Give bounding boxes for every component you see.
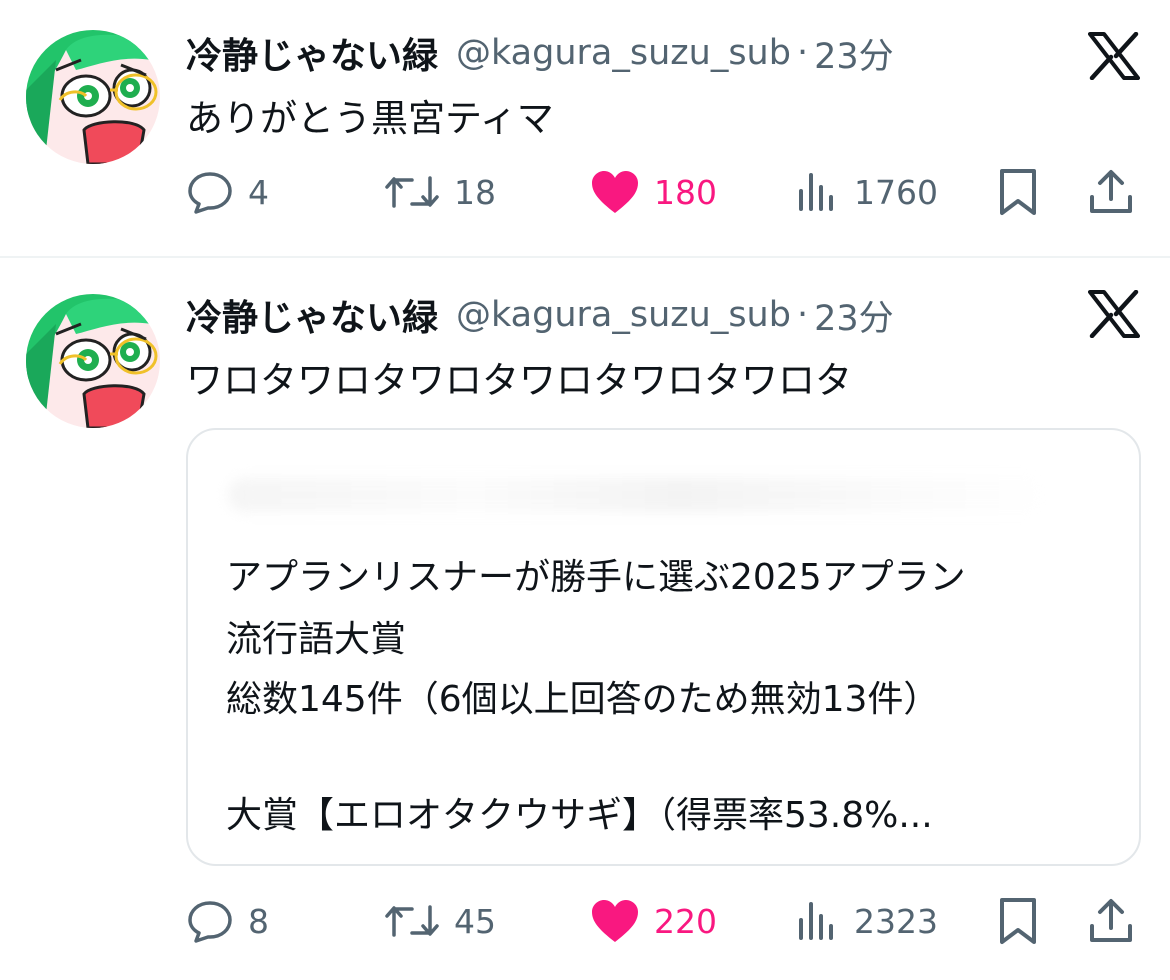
timestamp[interactable]: 23分: [814, 290, 894, 341]
x-logo-icon[interactable]: [1088, 290, 1140, 338]
reply-count: 8: [248, 901, 269, 941]
views-button[interactable]: 2323: [796, 891, 938, 951]
views-button[interactable]: 1760: [796, 162, 938, 222]
views-icon: [799, 902, 833, 940]
views-count: 1760: [854, 172, 938, 212]
share-icon: [1090, 899, 1132, 942]
quote-text-line: 総数145件（6個以上回答のため無効13件）: [226, 679, 940, 720]
quoted-tweet[interactable]: アプランリスナーが勝手に選ぶ2025アプラン 流行語大賞 総数145件（6個以上…: [186, 428, 1141, 866]
like-icon: [592, 900, 638, 942]
quote-text-line: アプランリスナーが勝手に選ぶ2025アプラン: [226, 557, 966, 598]
x-logo-icon[interactable]: [1088, 32, 1140, 80]
reply-button[interactable]: 4: [186, 162, 269, 222]
bookmark-button[interactable]: [996, 891, 1040, 951]
tweet[interactable]: 冷静じゃない緑 @kagura_suzu_sub · 23分 ワロタワロタワロタ…: [0, 258, 1170, 980]
reply-count: 4: [248, 172, 269, 212]
retweet-button[interactable]: 45: [384, 891, 496, 951]
reply-icon: [188, 901, 232, 943]
tweet[interactable]: 冷静じゃない緑 @kagura_suzu_sub · 23分 ありがとう黒宮ティ…: [0, 0, 1170, 256]
bookmark-button[interactable]: [996, 162, 1040, 222]
tweet-text: ワロタワロタワロタワロタワロタワロタ: [186, 359, 852, 402]
author-name[interactable]: 冷静じゃない緑: [186, 27, 438, 79]
tweet-text: ありがとう黒宮ティマ: [186, 97, 554, 140]
retweet-icon: [385, 176, 439, 208]
author-handle[interactable]: @kagura_suzu_sub: [456, 295, 791, 335]
like-button[interactable]: 220: [590, 891, 717, 951]
share-button[interactable]: [1086, 891, 1136, 951]
like-button[interactable]: 180: [590, 162, 717, 222]
views-count: 2323: [854, 901, 938, 941]
quote-text-line: 流行語大賞: [226, 619, 407, 660]
like-icon: [592, 171, 638, 213]
quote-text-line: 大賞【エロオタクウサギ】（得票率53.8%...: [226, 795, 933, 836]
retweet-icon: [385, 905, 439, 937]
timestamp[interactable]: 23分: [814, 28, 894, 79]
avatar[interactable]: [26, 294, 160, 428]
retweet-count: 18: [454, 172, 496, 212]
author-name[interactable]: 冷静じゃない緑: [186, 289, 438, 341]
bookmark-icon: [1000, 898, 1036, 944]
retweet-button[interactable]: 18: [384, 162, 496, 222]
tweet-actions: 8 45 220 2323: [0, 891, 1170, 951]
author-handle[interactable]: @kagura_suzu_sub: [456, 33, 791, 73]
share-button[interactable]: [1086, 162, 1136, 222]
views-icon: [799, 173, 833, 211]
quoted-tweet-header-blurred: [228, 478, 1048, 512]
share-icon: [1090, 170, 1132, 213]
retweet-count: 45: [454, 901, 496, 941]
tweet-header: 冷静じゃない緑 @kagura_suzu_sub · 23分: [186, 290, 894, 340]
bookmark-icon: [1000, 169, 1036, 215]
like-count: 220: [654, 901, 717, 941]
avatar[interactable]: [26, 30, 160, 164]
reply-icon: [188, 172, 232, 214]
like-count: 180: [654, 172, 717, 212]
separator-dot: ·: [796, 295, 809, 335]
separator-dot: ·: [796, 33, 809, 73]
reply-button[interactable]: 8: [186, 891, 269, 951]
tweet-header: 冷静じゃない緑 @kagura_suzu_sub · 23分: [186, 28, 894, 78]
tweet-actions: 4 18 180 1760: [0, 162, 1170, 222]
